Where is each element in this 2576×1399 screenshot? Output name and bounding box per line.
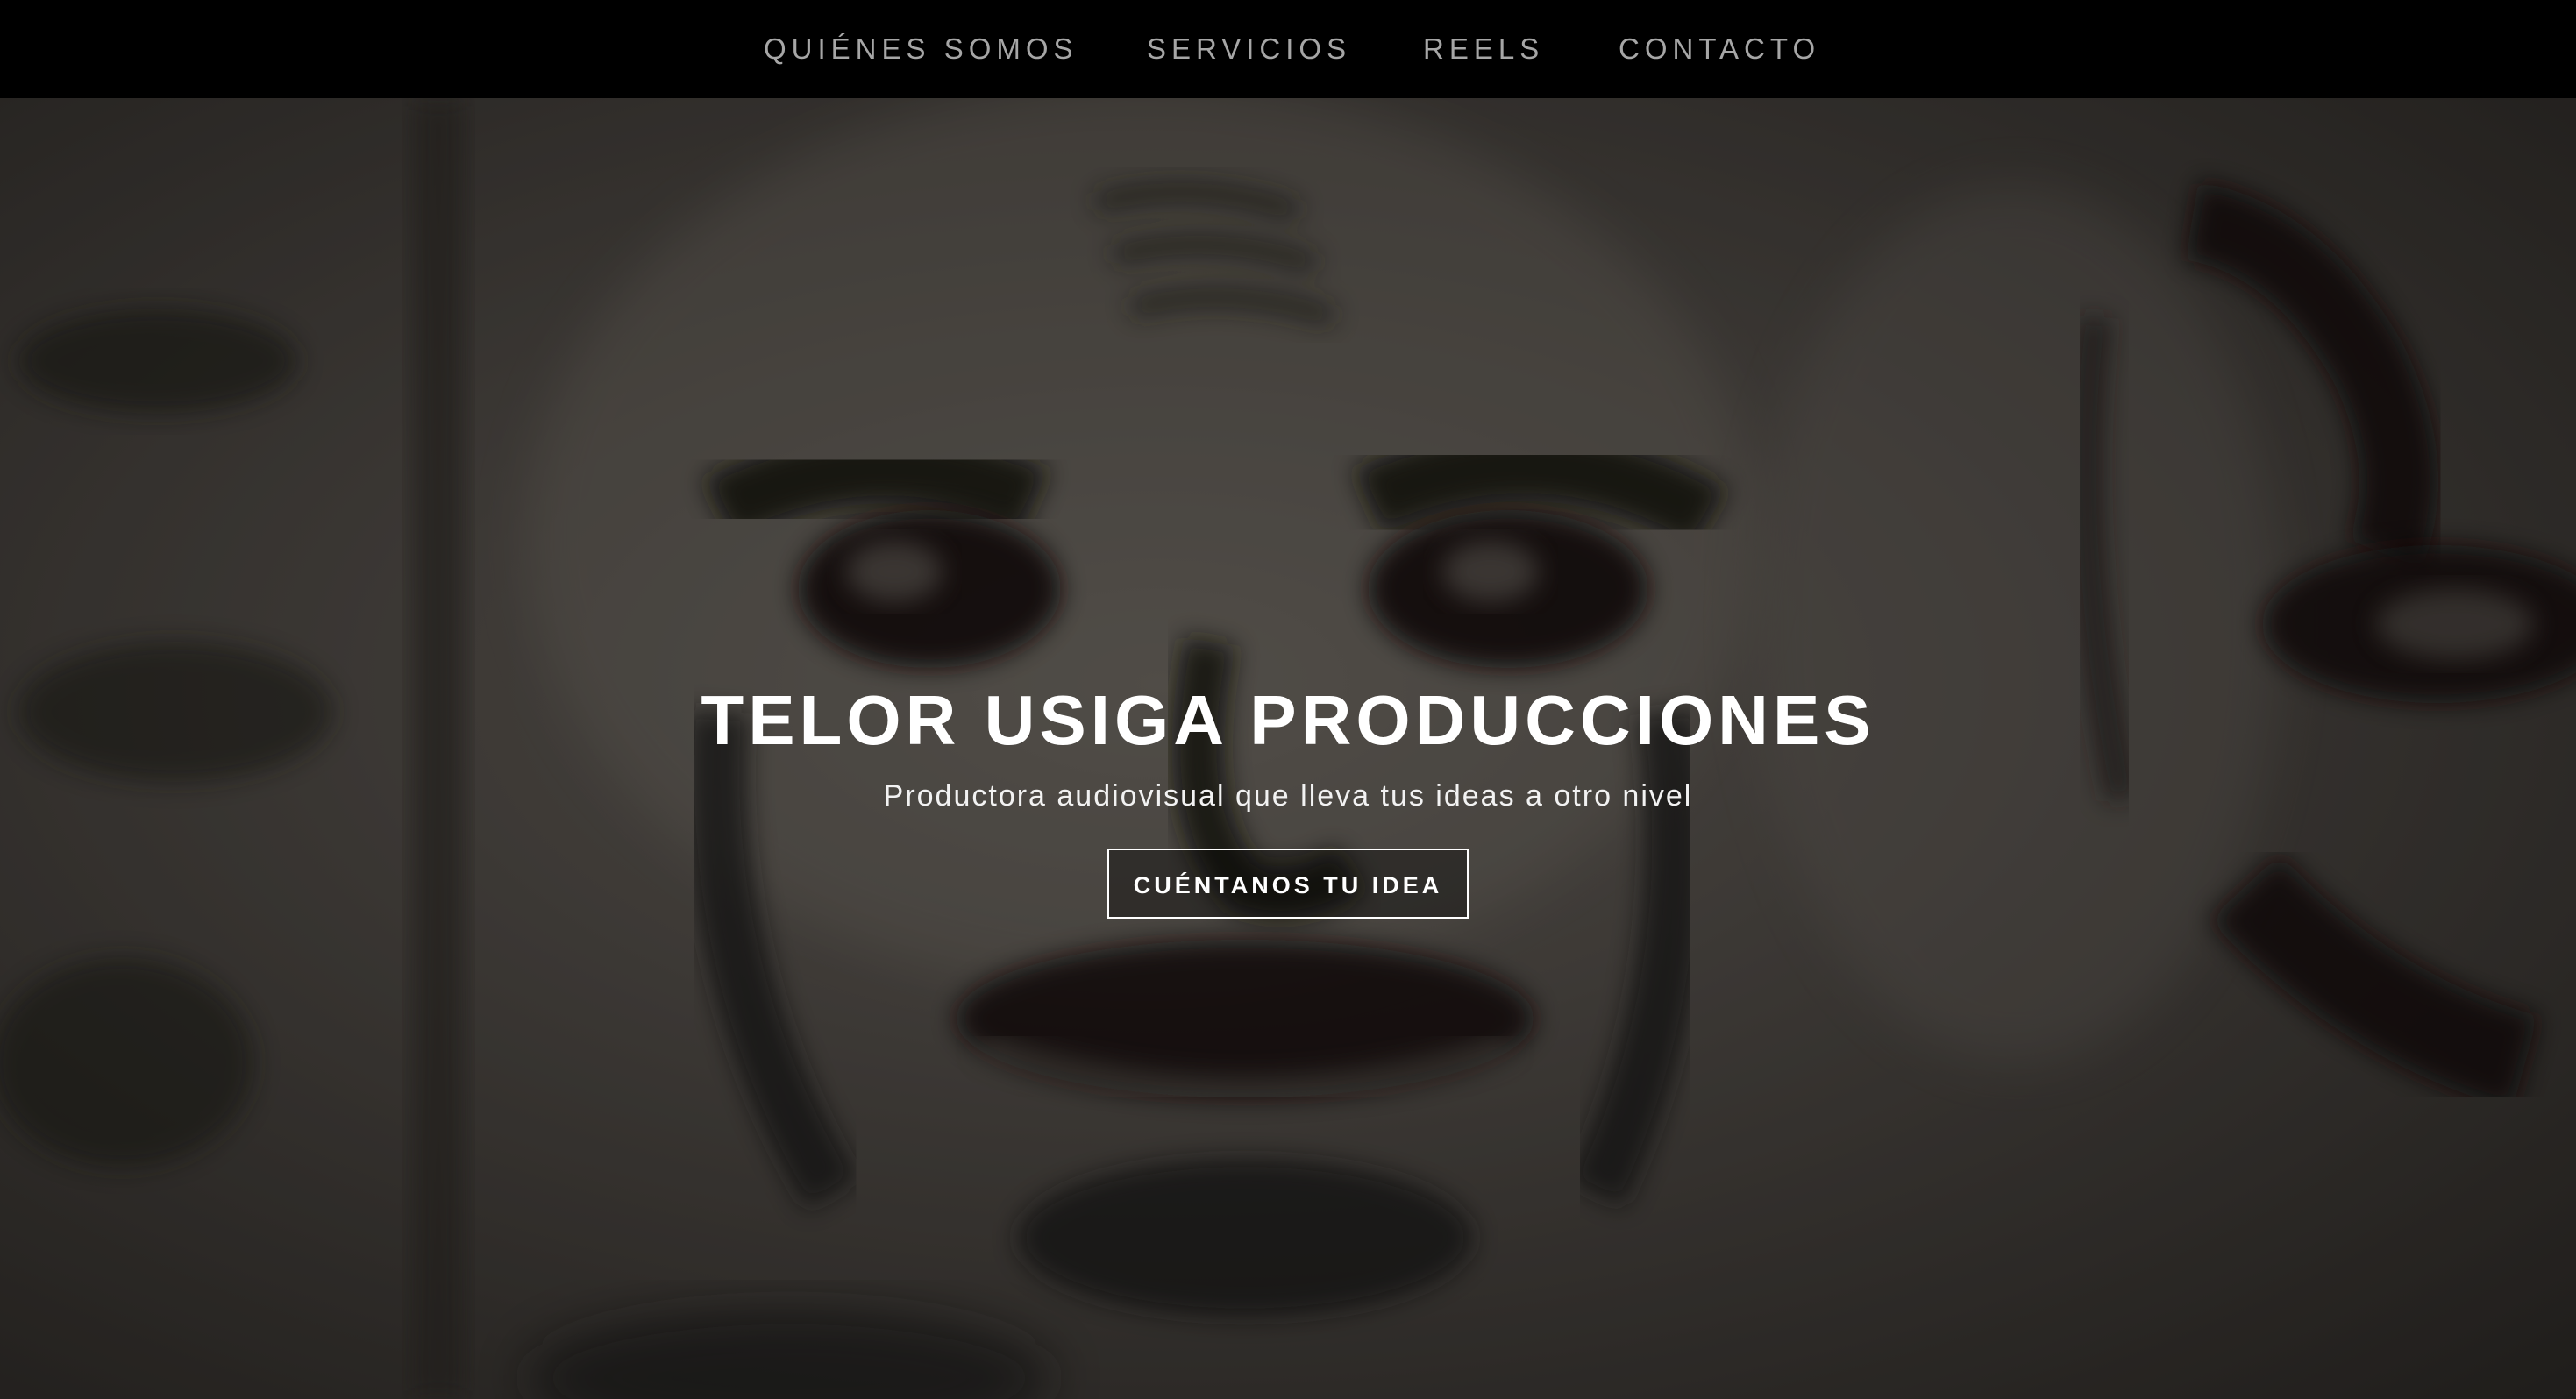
- nav-link-quienes-somos[interactable]: QUIÉNES SOMOS: [764, 30, 1078, 68]
- nav-link-servicios[interactable]: SERVICIOS: [1147, 30, 1351, 68]
- top-navigation: QUIÉNES SOMOS SERVICIOS REELS CONTACTO: [0, 0, 2576, 98]
- nav-link-reels[interactable]: REELS: [1423, 30, 1544, 68]
- hero-section: TELOR USIGA PRODUCCIONES Productora audi…: [0, 98, 2576, 1399]
- page: QUIÉNES SOMOS SERVICIOS REELS CONTACTO T…: [0, 0, 2576, 1399]
- nav-link-contacto[interactable]: CONTACTO: [1619, 30, 1820, 68]
- hero-subtitle: Productora audiovisual que lleva tus ide…: [883, 779, 1693, 813]
- hero-content: TELOR USIGA PRODUCCIONES Productora audi…: [0, 677, 2576, 919]
- hero-title: TELOR USIGA PRODUCCIONES: [701, 681, 1875, 759]
- contact-cta-button[interactable]: CUÉNTANOS TU IDEA: [1107, 849, 1469, 919]
